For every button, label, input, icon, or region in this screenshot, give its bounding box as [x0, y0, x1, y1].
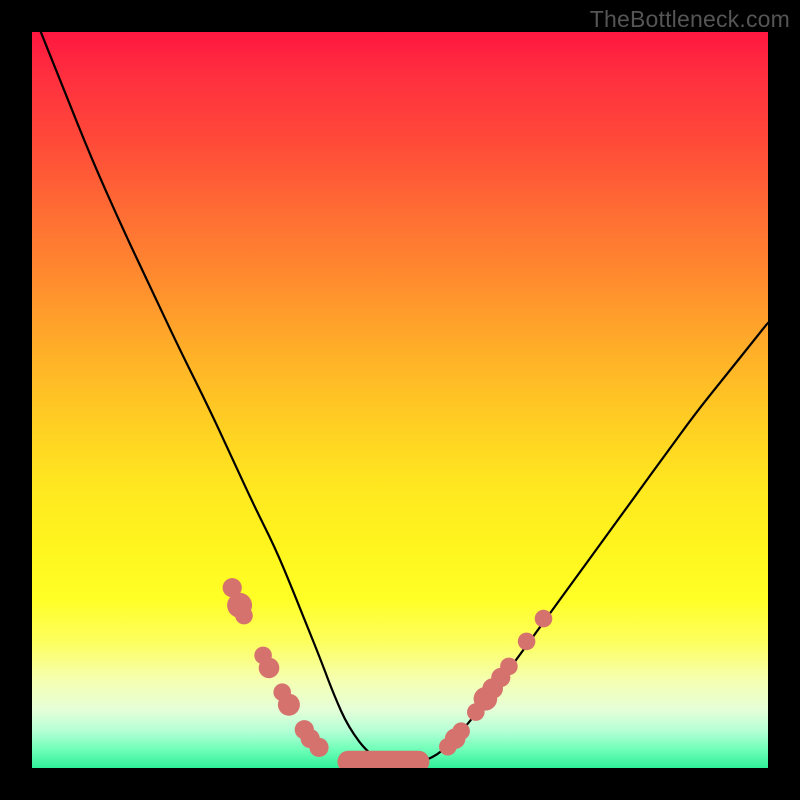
chart-frame: TheBottleneck.com [0, 0, 800, 800]
highlight-dot [535, 610, 553, 628]
highlight-dot [500, 658, 518, 676]
bottom-pill-shape [337, 751, 429, 768]
highlight-dot [309, 738, 328, 757]
highlight-dots [223, 578, 553, 757]
bottleneck-curve [32, 32, 768, 764]
plot-area [32, 32, 768, 768]
highlight-dot [452, 722, 470, 740]
highlight-dot [518, 633, 536, 651]
curve-layer [32, 32, 768, 768]
highlight-dot [259, 658, 280, 679]
watermark-text: TheBottleneck.com [590, 6, 790, 33]
bottom-pill [337, 751, 429, 768]
highlight-dot [235, 607, 253, 625]
highlight-dot [278, 694, 300, 716]
